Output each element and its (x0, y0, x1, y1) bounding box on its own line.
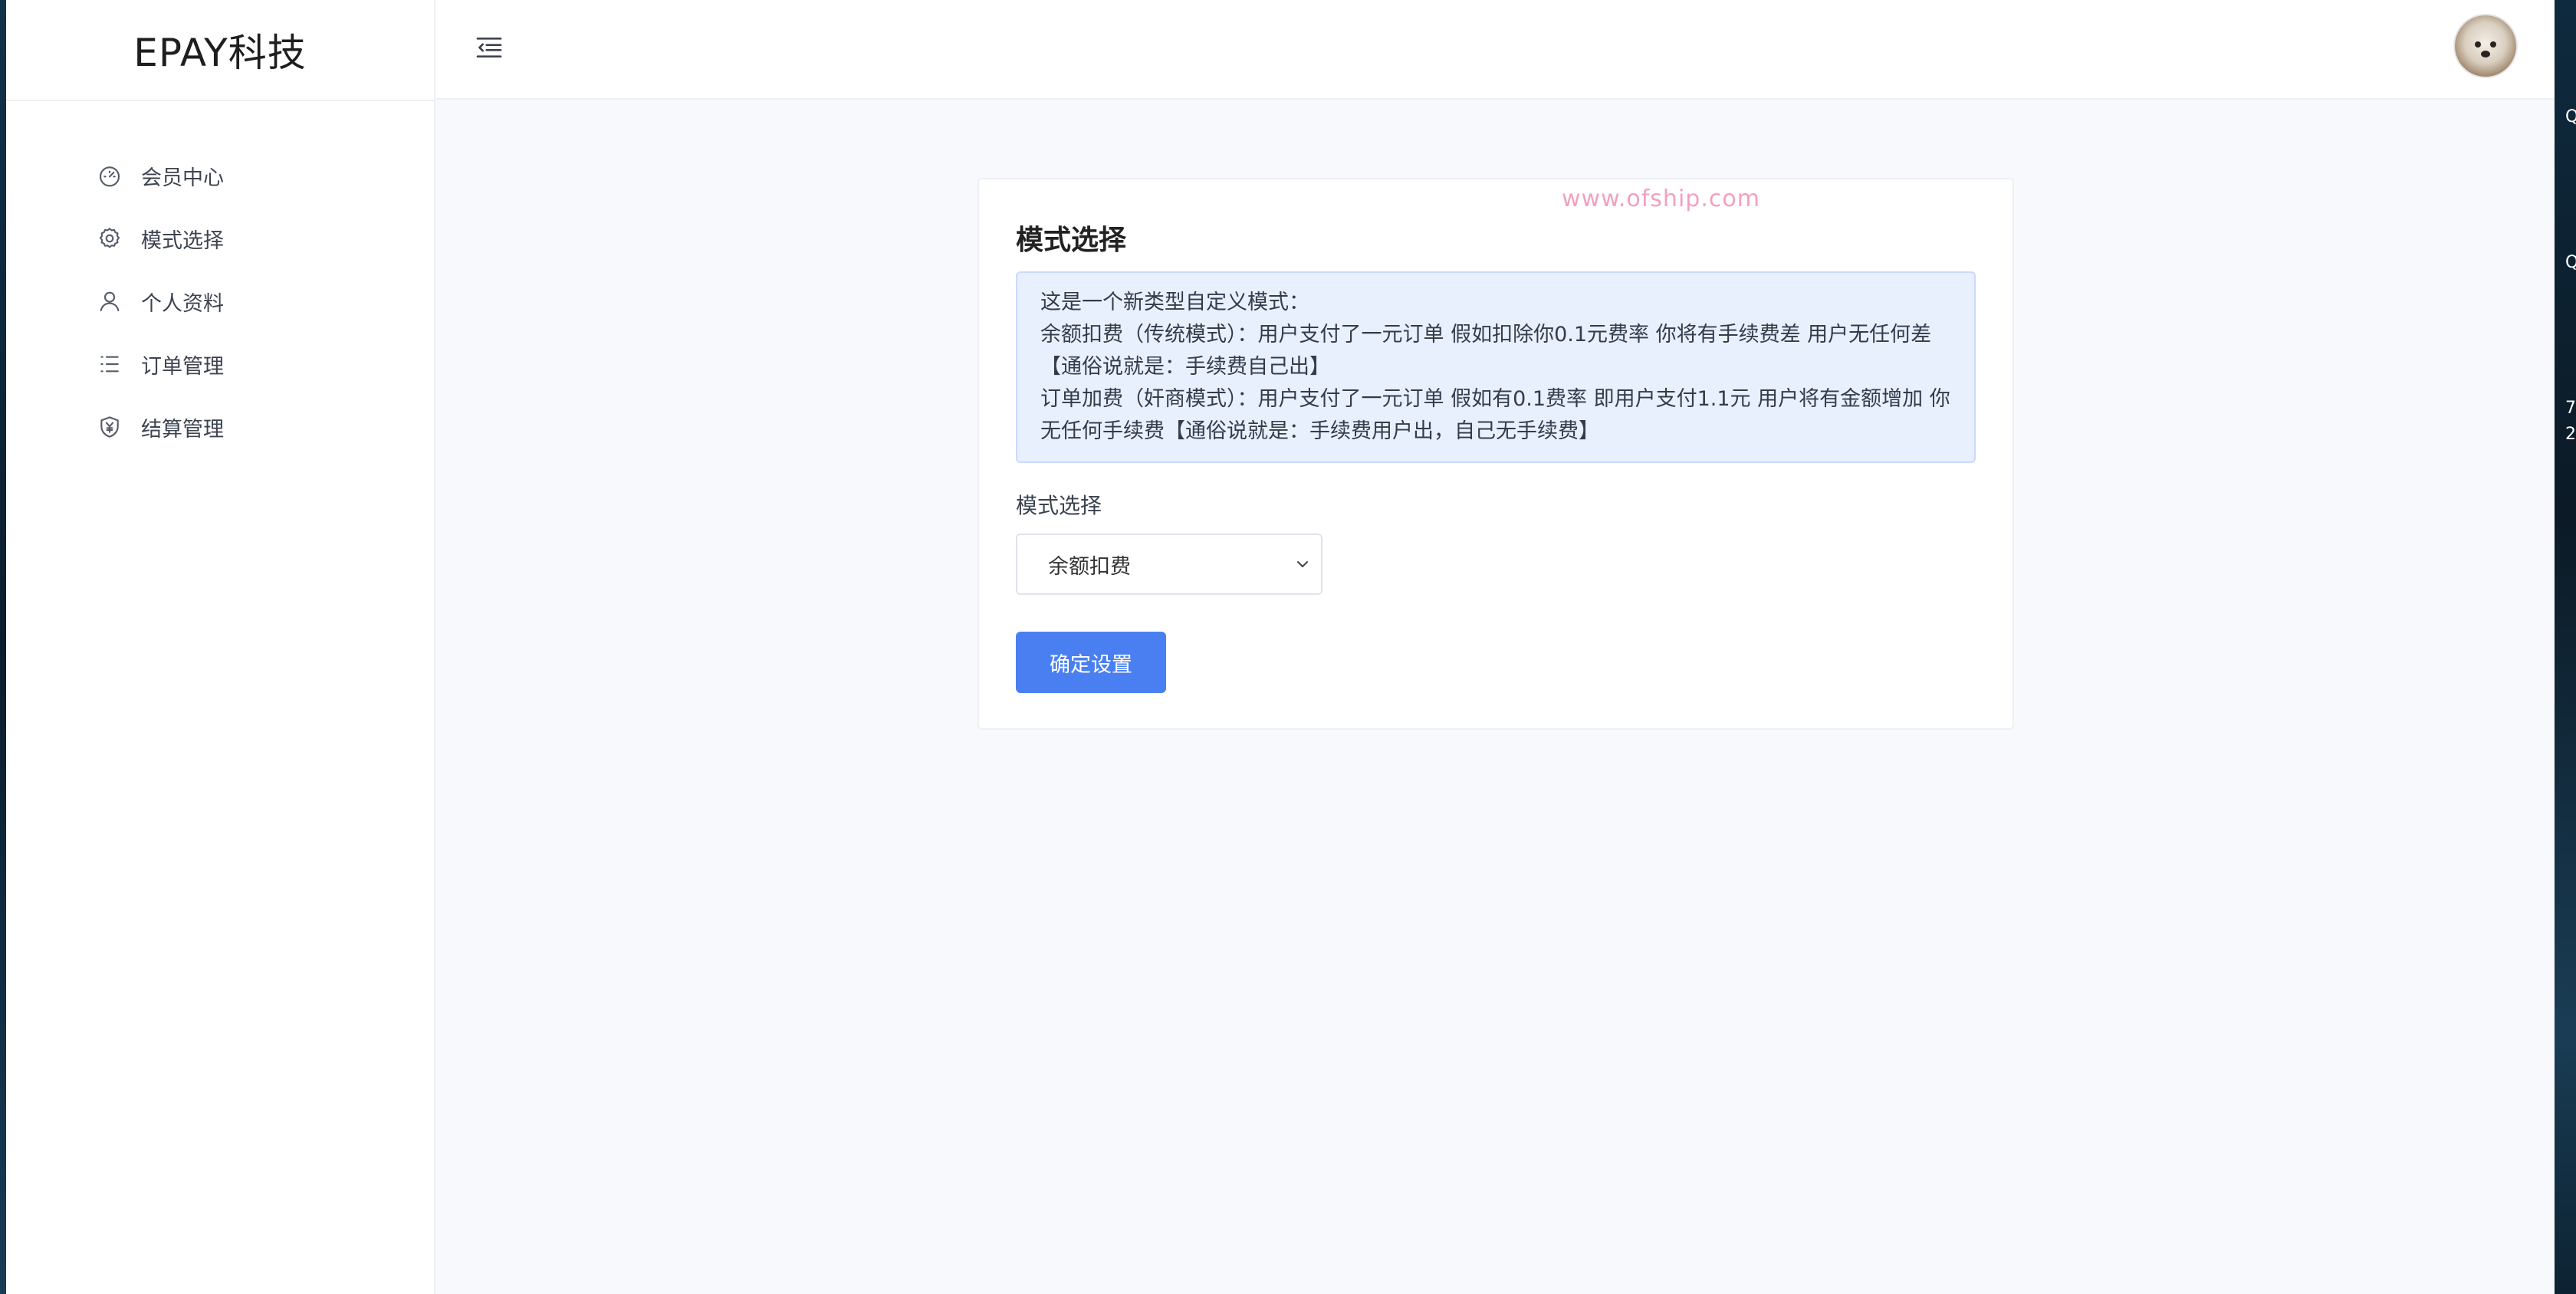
sidebar-item-label: 个人资料 (141, 291, 224, 316)
mode-select-dropdown[interactable]: 余额扣费 (1016, 534, 1322, 595)
sidebar-nav: 会员中心 模式选择 个人资料 订单管理 结算管理 (6, 101, 434, 458)
sidebar-item-label: 结算管理 (141, 417, 224, 442)
desktop-text-fragment: Q (2565, 107, 2576, 126)
mode-field-label: 模式选择 (1016, 493, 1102, 518)
mode-select-value: 余额扣费 (1048, 554, 1131, 579)
shield-yen-icon (97, 414, 123, 440)
sidebar-item-profile[interactable]: 个人资料 (6, 270, 434, 333)
mode-select-card: www.ofship.com 模式选择 这是一个新类型自定义模式： 余额扣费（传… (978, 178, 2014, 730)
watermark-text: www.ofship.com (1562, 186, 1760, 212)
dashboard-gauge-icon (97, 163, 123, 189)
user-icon (97, 288, 123, 314)
desktop-text-fragment: Q (2565, 253, 2576, 272)
sidebar-item-label: 模式选择 (141, 228, 224, 253)
user-avatar[interactable] (2455, 15, 2516, 77)
list-icon (97, 351, 123, 377)
info-alert: 这是一个新类型自定义模式： 余额扣费（传统模式）：用户支付了一元订单 假如扣除你… (1016, 271, 1976, 463)
desktop-wallpaper-left (0, 0, 6, 1294)
alert-line: 余额扣费（传统模式）：用户支付了一元订单 假如扣除你0.1元费率 你将有手续费差… (1040, 323, 1932, 379)
top-header (435, 0, 2555, 100)
sidebar-item-mode-select[interactable]: 模式选择 (6, 207, 434, 270)
alert-line: 这是一个新类型自定义模式： (1040, 291, 1309, 314)
card-title: 模式选择 (1016, 225, 1127, 256)
sidebar-item-orders[interactable]: 订单管理 (6, 333, 434, 396)
desktop-wallpaper-right: Q Q 7 2 (2555, 0, 2576, 1294)
menu-collapse-icon[interactable] (474, 32, 508, 66)
confirm-settings-button[interactable]: 确定设置 (1016, 632, 1166, 693)
desktop-text-fragment: 2 (2565, 425, 2576, 444)
brand-logo[interactable]: EPAY科技 (6, 0, 434, 101)
sidebar-item-label: 会员中心 (141, 166, 224, 190)
sidebar-item-member-center[interactable]: 会员中心 (6, 144, 434, 207)
sidebar-item-settlement[interactable]: 结算管理 (6, 396, 434, 458)
sidebar-item-label: 订单管理 (141, 354, 224, 379)
app-window: EPAY科技 会员中心 模式选择 个人资料 订单管理 结算管理 www.ofsh… (6, 0, 2555, 1294)
desktop-text-fragment: 7 (2565, 399, 2576, 418)
chevron-down-icon (1297, 561, 1308, 567)
gear-icon (97, 225, 123, 251)
sidebar: EPAY科技 会员中心 模式选择 个人资料 订单管理 结算管理 (6, 0, 435, 1294)
alert-line: 订单加费（奸商模式）：用户支付了一元订单 假如有0.1费率 即用户支付1.1元 … (1040, 387, 1950, 443)
